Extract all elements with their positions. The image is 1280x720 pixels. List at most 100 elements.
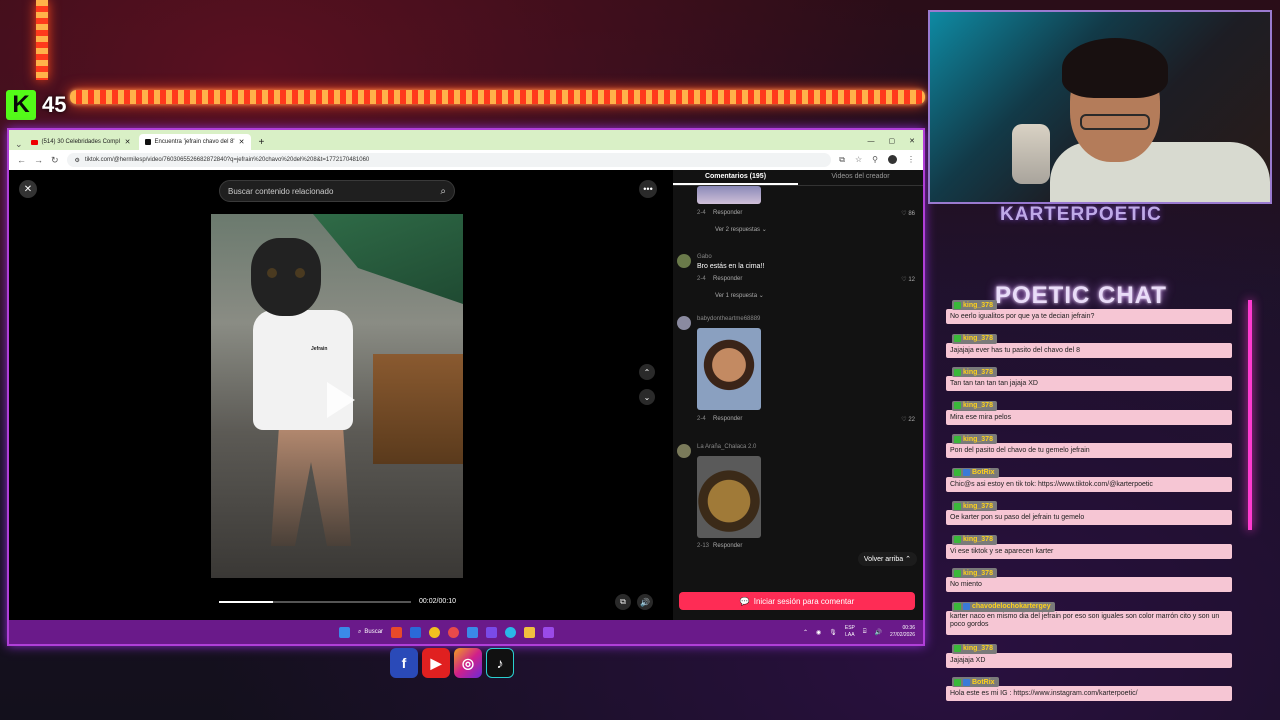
view-replies-button[interactable]: Ver 2 respuestas ⌄: [715, 226, 767, 233]
comment-image[interactable]: [697, 186, 761, 204]
app-icon[interactable]: [543, 626, 555, 638]
reply-button[interactable]: Responder: [713, 210, 742, 216]
clock[interactable]: 00:36 27/02/2026: [890, 625, 915, 639]
chat-message: Chic@s asi estoy en tik tok: https://www…: [946, 467, 1232, 498]
chat-username[interactable]: king_378: [952, 333, 997, 344]
play-icon[interactable]: [327, 382, 355, 418]
back-to-top-button[interactable]: Volver arriba ⌃: [857, 552, 917, 566]
app-icon[interactable]: [448, 626, 460, 638]
tray-icon[interactable]: ◉: [816, 629, 821, 636]
reply-button[interactable]: Responder: [713, 543, 742, 549]
video-progress-bar[interactable]: [219, 601, 411, 603]
chat-username[interactable]: king_378: [952, 367, 997, 377]
view-replies-label: Ver 2 respuestas: [715, 227, 761, 233]
comment-image[interactable]: [697, 328, 761, 410]
reload-icon[interactable]: ↻: [51, 155, 59, 166]
chat-username[interactable]: chavodelochokartergey: [952, 601, 1055, 612]
language-indicator[interactable]: ESP LAA: [845, 625, 855, 639]
avatar[interactable]: [677, 254, 691, 268]
next-video-icon[interactable]: ⌄: [639, 389, 655, 405]
browser-tab-youtube[interactable]: (514) 30 Celebridades Compl ✕: [25, 134, 137, 150]
related-search-input[interactable]: Buscar contenido relacionado ⌕: [219, 180, 455, 202]
maximize-icon[interactable]: ▢: [889, 137, 896, 145]
view-replies-button[interactable]: Ver 1 respuesta ⌄: [715, 292, 764, 299]
menu-icon[interactable]: ⋮: [907, 155, 915, 165]
chat-message-text: Vi ese tiktok y se aparecen karter: [946, 543, 1232, 559]
tab-list-icon[interactable]: ⌄: [15, 139, 23, 150]
chat-username[interactable]: king_378: [952, 643, 997, 654]
windows-start-icon[interactable]: [339, 626, 350, 638]
pip-icon[interactable]: ⧉: [615, 594, 631, 610]
folder-icon[interactable]: [524, 626, 536, 638]
volume-icon[interactable]: 🔊: [637, 594, 653, 610]
tab-creator-videos[interactable]: Videos del creador: [798, 170, 923, 185]
social-links: f ▶ ◎ ♪: [390, 648, 514, 678]
url-field[interactable]: ⚙ tiktok.com/@hermilesp/video/7603065526…: [66, 153, 832, 167]
chrome-icon[interactable]: [429, 626, 441, 638]
edge-icon[interactable]: [505, 626, 517, 638]
chat-username-text: king_378: [963, 536, 993, 543]
chat-username[interactable]: king_378: [952, 434, 997, 444]
previous-video-icon[interactable]: ⌃: [639, 364, 655, 380]
network-icon[interactable]: ⌸: [863, 629, 867, 636]
video-player[interactable]: Jefrain: [211, 214, 463, 578]
mic-icon[interactable]: 🎙: [829, 629, 837, 636]
chat-username[interactable]: BotRix: [952, 467, 999, 478]
minimize-icon[interactable]: —: [868, 138, 875, 145]
comment-image[interactable]: [697, 456, 761, 538]
volume-tray-icon[interactable]: 🔊: [874, 629, 881, 636]
bookmark-star-icon[interactable]: ☆: [855, 155, 862, 165]
chat-username[interactable]: king_378: [952, 300, 997, 310]
reply-button[interactable]: Responder: [713, 276, 742, 282]
browser-tab-tiktok[interactable]: Encuentra 'jefrain chavo del 8' ✕: [138, 134, 251, 150]
forward-icon[interactable]: →: [34, 155, 43, 165]
close-window-icon[interactable]: ✕: [909, 137, 915, 145]
chat-badge-icon: [954, 402, 961, 409]
site-info-icon[interactable]: ⚙: [75, 157, 80, 164]
avatar[interactable]: [677, 316, 691, 330]
profile-avatar[interactable]: [888, 155, 897, 164]
close-video-icon[interactable]: ✕: [19, 180, 37, 198]
comment-username[interactable]: La Araña_Chalaca 2.0: [697, 444, 756, 450]
app-icon[interactable]: [410, 626, 422, 638]
app-icon[interactable]: [467, 626, 479, 638]
install-icon[interactable]: ⧉: [839, 155, 845, 165]
extensions-icon[interactable]: ⚲: [872, 155, 878, 165]
reply-button[interactable]: Responder: [713, 416, 742, 422]
chat-message: Tan tan tan tan tan jajaja XD king_378: [946, 367, 1232, 397]
comment-likes[interactable]: ♡ 12: [901, 276, 915, 283]
avatar[interactable]: [677, 444, 691, 458]
app-icon[interactable]: [391, 626, 403, 638]
comment-username[interactable]: Gabo: [697, 254, 712, 260]
tab-close-icon[interactable]: ✕: [239, 138, 245, 146]
chat-username[interactable]: BotRix: [952, 677, 999, 687]
comment-likes[interactable]: ♡ 22: [901, 416, 915, 423]
back-icon[interactable]: ←: [17, 155, 26, 165]
chat-username[interactable]: king_378: [952, 400, 997, 411]
comment-tabs: Comentarios (195) Videos del creador: [673, 170, 923, 186]
chat-badge-icon: [954, 335, 961, 342]
tray-chevron-icon[interactable]: ⌃: [803, 629, 808, 636]
chat-message-text: Pon del pasito del chavo de tu gemelo je…: [946, 443, 1232, 458]
taskbar-search[interactable]: ⌕ Buscar: [358, 629, 383, 636]
chat-username[interactable]: king_378: [952, 534, 997, 545]
search-icon[interactable]: ⌕: [440, 186, 446, 197]
dog-eye: [295, 268, 305, 278]
comment-likes[interactable]: ♡ 86: [901, 210, 915, 217]
browser-tabbar: ⌄ (514) 30 Celebridades Compl ✕ Encuentr…: [9, 130, 923, 150]
comment-date: 2-4: [697, 416, 706, 422]
comment-username[interactable]: babydontheartme68889: [697, 316, 760, 322]
tab-comments[interactable]: Comentarios (195): [673, 170, 798, 185]
chat-username-text: chavodelochokartergey: [972, 603, 1051, 610]
more-options-icon[interactable]: •••: [639, 180, 657, 198]
chat-username[interactable]: king_378: [952, 501, 997, 511]
tab-close-icon[interactable]: ✕: [125, 138, 131, 146]
chat-message-text: karter naco en mismo dia del jefrain por…: [946, 610, 1232, 635]
login-to-comment-button[interactable]: 💬 Iniciar sesión para comentar: [679, 592, 915, 610]
tiktok-page: ✕ Buscar contenido relacionado ⌕ Jefrain…: [9, 170, 923, 620]
led-light-vertical: [36, 0, 48, 80]
new-tab-button[interactable]: +: [253, 134, 271, 150]
chat-username[interactable]: king_378: [952, 568, 997, 578]
streamer-name: KARTERPOETIC: [1000, 204, 1162, 225]
app-icon[interactable]: [486, 626, 498, 638]
